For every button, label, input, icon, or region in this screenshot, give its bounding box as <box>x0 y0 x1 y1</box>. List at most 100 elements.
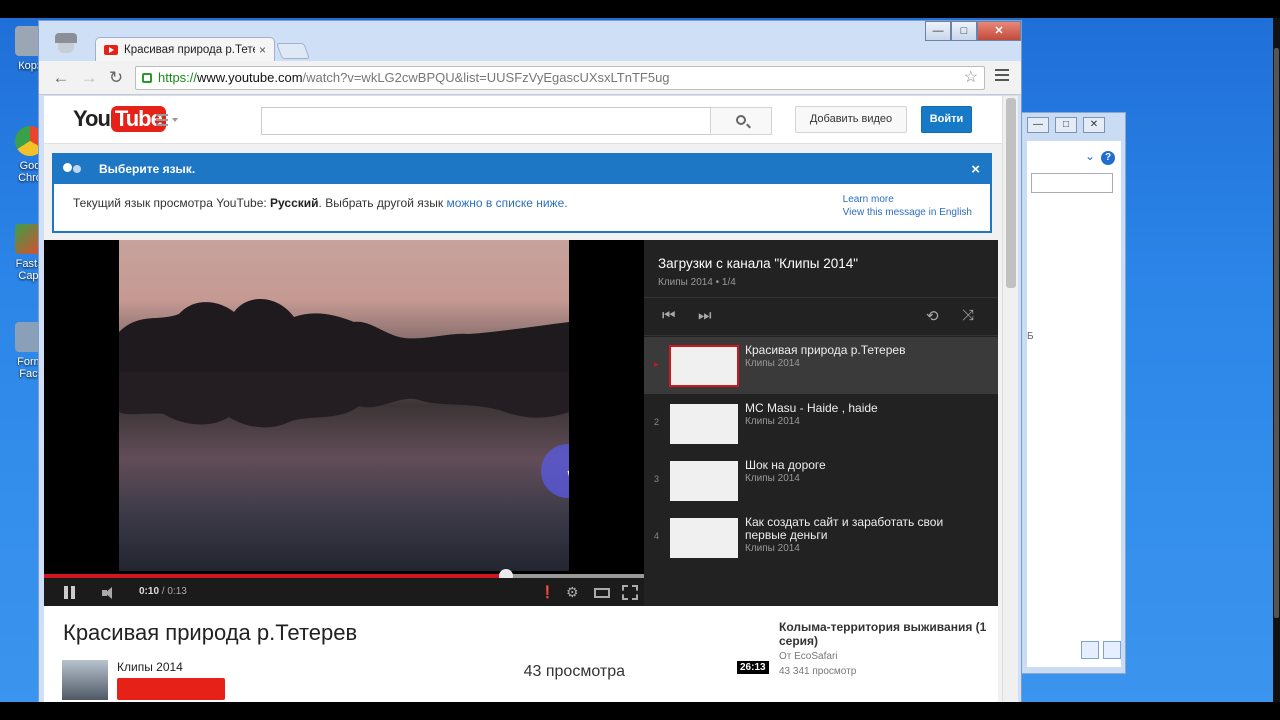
playlist-controls: ⏮ ⏭ ⟲ ⤨ <box>644 297 998 335</box>
help-icon[interactable]: ? <box>1101 151 1115 165</box>
playlist-item[interactable]: 2 MC Masu - Haide , haide Клипы 2014 <box>644 395 998 452</box>
tree-silhouette <box>119 298 569 372</box>
language-notice-close-button[interactable]: × <box>971 155 980 184</box>
subscribe-button[interactable] <box>117 678 225 700</box>
youtube-masthead: You Tube Добавить видео Войти <box>44 96 1002 144</box>
language-notice-title: Выберите язык. <box>99 162 196 176</box>
url-path: /watch?v=wkLG2cwBPQU&list=UUSFzVyEgascUX… <box>302 70 670 85</box>
related-video-title[interactable]: Колыма-территория выживания (1 серия) <box>779 620 989 648</box>
lock-icon <box>142 73 152 83</box>
playlist-title[interactable]: Загрузки с канала "Клипы 2014" <box>658 256 858 271</box>
video-frame[interactable] <box>119 240 569 571</box>
scrollbar-thumb[interactable] <box>1006 98 1016 288</box>
playlist-item-channel: Клипы 2014 <box>745 358 800 369</box>
language-text-prefix: Текущий язык просмотра YouTube: <box>73 196 271 210</box>
volume-icon[interactable] <box>102 587 120 599</box>
playlist-item[interactable]: 3 Шок на дороге Клипы 2014 <box>644 452 998 509</box>
playlist-subtitle: Клипы 2014 • 1/4 <box>658 277 736 288</box>
playlist-item[interactable]: ▸ Красивая природа р.Тетерев Клипы 2014 <box>644 337 998 394</box>
youtube-logo[interactable]: You Tube <box>73 106 166 132</box>
address-bar[interactable]: https://www.youtube.com/watch?v=wkLG2cwB… <box>135 66 985 90</box>
current-language: Русский <box>270 196 319 210</box>
letterbox-top <box>0 0 1280 18</box>
details-view-icon[interactable] <box>1081 641 1099 659</box>
time-display: 0:10 / 0:13 <box>139 586 187 597</box>
page-scrollbar[interactable] <box>1002 96 1018 703</box>
explorer-minimize-button[interactable]: — <box>1027 117 1049 133</box>
explorer-maximize-button[interactable]: □ <box>1055 117 1077 133</box>
playlist-item-index: 3 <box>654 474 660 484</box>
playlist-item-index: 2 <box>654 417 660 427</box>
chrome-titlebar[interactable]: Красивая природа р.Тетерев × — □ ✕ <box>39 21 1021 61</box>
chrome-menu-icon[interactable] <box>995 69 1009 83</box>
back-button[interactable]: ← <box>51 68 71 88</box>
playlist-item-thumbnail <box>670 461 738 501</box>
incognito-icon <box>51 33 81 55</box>
view-count: 43 просмотра <box>523 663 625 680</box>
upload-video-button[interactable]: Добавить видео <box>795 106 907 133</box>
channel-name-link[interactable]: Клипы 2014 <box>117 660 183 674</box>
people-icon <box>63 163 85 176</box>
playlist-item-index: ▸ <box>654 359 659 369</box>
search-icon <box>736 115 746 125</box>
url-host: www.youtube.com <box>197 70 303 85</box>
learn-more-link[interactable]: Learn more <box>843 193 972 206</box>
explorer-body: ⌄ ? Б <box>1027 141 1121 667</box>
explorer-window: — □ ✕ ⌄ ? Б <box>1020 112 1126 674</box>
channel-avatar[interactable] <box>62 660 108 700</box>
related-video-item[interactable]: 26:13 Колыма-территория выживания (1 сер… <box>644 606 998 703</box>
language-notice-links: Learn more View this message in English <box>843 193 972 219</box>
shuffle-icon[interactable]: ⤨ <box>962 307 974 324</box>
fullscreen-icon[interactable] <box>622 585 638 600</box>
pause-icon[interactable] <box>64 586 76 599</box>
sign-in-button[interactable]: Войти <box>921 106 972 133</box>
browser-tab[interactable]: Красивая природа р.Тетерев × <box>95 37 275 61</box>
next-track-icon[interactable]: ⏭ <box>698 307 712 324</box>
explorer-close-button[interactable]: ✕ <box>1083 117 1105 133</box>
player-controls: 0:10 / 0:13 ❗ ⚙ <box>44 578 644 606</box>
guide-menu-icon[interactable] <box>156 114 180 128</box>
explorer-view-buttons <box>1081 641 1121 659</box>
settings-gear-icon[interactable]: ⚙ <box>566 584 579 600</box>
logo-you-text: You <box>73 106 111 131</box>
video-title: Красивая природа р.Тетерев <box>63 620 358 645</box>
annotations-icon[interactable]: ❗ <box>540 584 555 600</box>
previous-track-icon[interactable]: ⏮ <box>662 307 676 324</box>
search-input[interactable] <box>261 107 711 135</box>
language-notice: Выберите язык. × Текущий язык просмотра … <box>52 153 992 233</box>
desktop-scrollbar[interactable] <box>1273 18 1280 702</box>
playlist-item-index: 4 <box>654 531 660 541</box>
view-in-english-link[interactable]: View this message in English <box>843 206 972 219</box>
maximize-button[interactable]: □ <box>951 21 977 41</box>
new-tab-button[interactable] <box>276 43 310 59</box>
browser-toolbar: ← → ↻ https://www.youtube.com/watch?v=wk… <box>39 61 1021 95</box>
language-notice-body: Текущий язык просмотра YouTube: Русский.… <box>54 184 990 231</box>
tab-close-button[interactable]: × <box>259 43 266 57</box>
video-player[interactable]: 0:10 / 0:13 ❗ ⚙ <box>44 240 644 606</box>
playlist-item-title: Шок на дороге <box>745 458 826 472</box>
bookmark-star-icon[interactable]: ☆ <box>964 67 978 89</box>
minimize-button[interactable]: — <box>925 21 951 41</box>
playlist-item[interactable]: 4 Как создать сайт и заработать свои пер… <box>644 509 998 566</box>
search-button[interactable] <box>710 107 772 135</box>
explorer-search-input[interactable] <box>1031 173 1113 193</box>
language-list-link[interactable]: можно в списке ниже. <box>446 196 567 210</box>
chevron-down-icon[interactable]: ⌄ <box>1085 149 1095 163</box>
reload-button[interactable]: ↻ <box>106 68 126 88</box>
explorer-partial-label: Б <box>1027 331 1034 342</box>
video-info: Красивая природа р.Тетерев Клипы 2014 43… <box>44 606 644 703</box>
related-video-views: 43 341 просмотр <box>779 666 857 677</box>
url-scheme: https:// <box>158 70 198 85</box>
letterbox-bottom <box>0 702 1280 720</box>
large-icons-view-icon[interactable] <box>1103 641 1121 659</box>
close-button[interactable]: ✕ <box>977 21 1021 41</box>
theater-icon[interactable] <box>594 588 610 598</box>
loop-icon[interactable]: ⟲ <box>926 307 939 325</box>
tab-title: Красивая природа р.Тетерев <box>124 43 255 56</box>
playlist-item-channel: Клипы 2014 <box>745 543 800 554</box>
playlist-item-thumbnail <box>670 404 738 444</box>
related-video-channel: От EcoSafari <box>779 651 838 662</box>
forward-button[interactable]: → <box>79 68 99 88</box>
youtube-favicon-icon <box>104 44 118 55</box>
scrollbar-thumb[interactable] <box>1274 48 1279 618</box>
